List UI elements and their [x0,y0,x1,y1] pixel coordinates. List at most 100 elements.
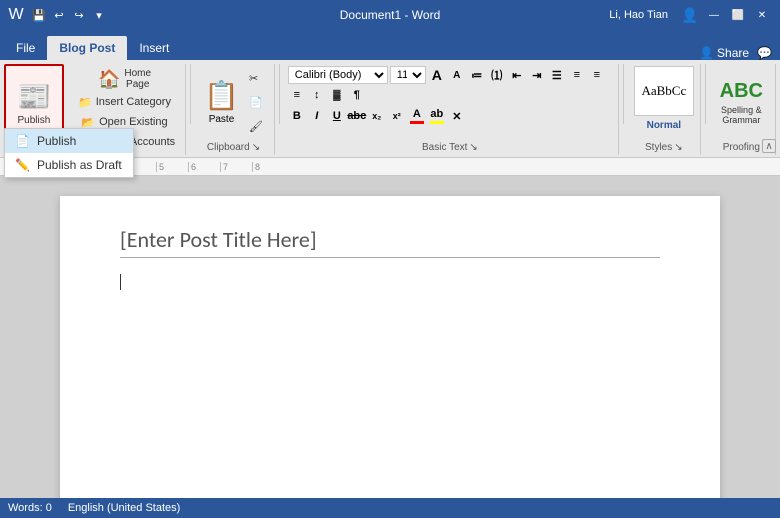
increase-indent-btn[interactable]: ⇥ [528,66,546,84]
comment-btn[interactable]: 💬 [757,46,772,60]
minimize-btn[interactable]: — [704,7,724,23]
paste-label: Paste [209,114,235,125]
profile-icon[interactable]: 👤 [680,7,700,23]
styles-content: AaBbCc Normal [634,66,694,138]
ruler-mark-5: 5 [156,162,188,172]
paste-btn[interactable]: 📋 Paste [200,66,243,138]
decrease-indent-btn[interactable]: ⇤ [508,66,526,84]
clipboard-expand-icon[interactable]: ↘ [252,142,260,153]
styles-preview[interactable]: AaBbCc [634,66,694,116]
publish-dropdown-menu: 📄 Publish ✏️ Publish as Draft [4,128,134,178]
numbering-btn[interactable]: ⑴ [488,66,506,84]
line-spacing-btn[interactable]: ↕ [308,86,326,104]
restore-btn[interactable]: ⬜ [728,7,748,23]
styles-group: AaBbCc Normal Styles ↘ [628,64,701,155]
customize-btn[interactable]: ▾ [90,6,108,24]
tab-file[interactable]: File [4,36,47,60]
font-color-btn[interactable]: A [408,106,426,126]
basic-text-label: Basic Text ↘ [288,140,612,153]
font-row-1: Calibri (Body) 11 A A ≔ ⑴ ⇤ ⇥ ☰ ≡ ≡ ≡ ↕ … [288,66,612,104]
subscript-btn[interactable]: x₂ [368,107,386,125]
publish-draft-label: Publish as Draft [37,158,122,172]
ribbon-collapse-btn[interactable]: ∧ [762,139,776,153]
align-right-btn[interactable]: ≡ [588,66,606,84]
align-left-btn[interactable]: ☰ [548,66,566,84]
styles-expand-icon[interactable]: ↘ [674,142,682,153]
word-count: Words: 0 [8,502,52,514]
publish-large-icon: 📰 [16,80,51,113]
para-mark-btn[interactable]: ¶ [348,86,366,104]
user-name: Li, Hao Tian [609,9,668,21]
publish-draft-menu-item[interactable]: ✏️ Publish as Draft [5,153,133,177]
justify-btn[interactable]: ≡ [288,86,306,104]
font-color-bar [410,121,424,124]
home-icon: 🏠 [98,69,120,90]
share-btn[interactable]: 👤 Share [699,46,749,60]
publish-label: Publish [18,115,51,126]
styles-label: Styles ↘ [634,140,694,153]
italic-btn[interactable]: I [308,107,326,125]
format-painter-btn[interactable]: 🖌 [245,116,267,136]
save-btn[interactable]: 💾 [30,6,48,24]
copy-btn[interactable]: 📄 [245,92,267,112]
ruler-mark-6: 6 [188,162,220,172]
paste-icon: 📋 [204,79,239,112]
sep1 [190,64,191,124]
font-size-select[interactable]: 11 [390,66,426,84]
close-btn[interactable]: ✕ [752,7,772,23]
basic-text-expand-icon[interactable]: ↘ [469,142,477,153]
copy-icon: 📄 [249,96,263,109]
shading-btn[interactable]: ▓ [328,86,346,104]
open-existing-icon: 📂 [81,116,95,129]
strikethrough-btn[interactable]: abc [348,107,366,125]
ruler-mark-8: 8 [252,162,284,172]
superscript-btn[interactable]: x² [388,107,406,125]
clipboard-group: 📋 Paste ✂ 📄 🖌 Clipboard ↘ [195,64,275,155]
underline-btn[interactable]: U [328,107,346,125]
publish-menu-item[interactable]: 📄 Publish [5,129,133,153]
tab-blog-post[interactable]: Blog Post [47,36,127,60]
document-page[interactable]: [Enter Post Title Here] [60,196,720,498]
bullets-btn[interactable]: ≔ [468,66,486,84]
font-grow-btn[interactable]: A [428,66,446,84]
spelling-icon-container: ABC [720,80,763,103]
font-family-select[interactable]: Calibri (Body) [288,66,388,84]
status-bar: Words: 0 English (United States) [0,498,780,518]
window-controls: Li, Hao Tian 👤 — ⬜ ✕ [609,7,772,23]
ribbon-tab-bar: File Blog Post Insert 👤 Share 💬 [0,30,780,60]
proofing-label: Proofing [714,140,769,153]
cut-btn[interactable]: ✂ [245,68,267,88]
font-color-a: A [413,108,421,120]
redo-btn[interactable]: ↪ [70,6,88,24]
insert-category-label: Insert Category [96,96,171,108]
spelling-btn[interactable]: ABC Spelling &Grammar [714,66,769,138]
home-page-btn[interactable]: 🏠 HomePage [92,66,157,92]
post-title-placeholder[interactable]: [Enter Post Title Here] [120,226,660,258]
share-icon: 👤 [699,46,714,60]
undo-btn[interactable]: ↩ [50,6,68,24]
clipboard-label: Clipboard ↘ [199,140,268,153]
insert-category-btn[interactable]: 📁 Insert Category [74,92,175,112]
sep2 [279,64,280,124]
font-shrink-btn[interactable]: A [448,66,466,84]
window-title: Document1 - Word [340,8,440,22]
sep3 [623,64,624,124]
highlight-btn[interactable]: ab [428,106,446,126]
highlight-ab: ab [430,108,443,120]
align-center-btn[interactable]: ≡ [568,66,586,84]
insert-category-icon: 📁 [78,96,92,109]
title-bar-left: W 💾 ↩ ↪ ▾ [8,6,108,24]
document-area: [Enter Post Title Here] [0,176,780,498]
format-painter-icon: 🖌 [249,120,263,133]
basic-text-group: Calibri (Body) 11 A A ≔ ⑴ ⇤ ⇥ ☰ ≡ ≡ ≡ ↕ … [284,64,619,155]
clear-format-btn[interactable]: ✕ [448,107,466,125]
publish-icon-btn[interactable]: 📰 Publish [10,73,57,133]
basic-text-content: Calibri (Body) 11 A A ≔ ⑴ ⇤ ⇥ ☰ ≡ ≡ ≡ ↕ … [288,66,612,138]
abc-icon: ABC [720,80,763,102]
publish-draft-icon: ✏️ [15,158,31,172]
cursor [120,274,121,290]
cut-copy-btns: ✂ 📄 🖌 [245,68,267,136]
tab-insert[interactable]: Insert [127,36,181,60]
bold-btn[interactable]: B [288,107,306,125]
doc-content-area[interactable] [120,274,660,290]
